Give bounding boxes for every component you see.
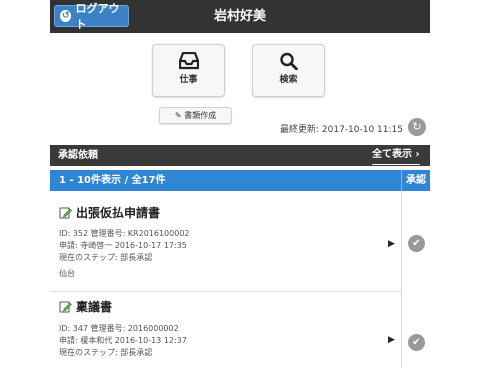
list-header: 1 - 10件表示 / 全17件 承認 — [50, 170, 430, 191]
chevron-right-icon: ▶ — [388, 239, 395, 249]
search-icon — [279, 52, 298, 70]
search-tile-label: 検索 — [279, 75, 298, 85]
edit-icon: ✎ — [174, 111, 182, 120]
item-id-line: ID: 352 管理番号: KR2016100002 — [59, 229, 190, 238]
logout-button[interactable]: ↺ ログアウト — [54, 2, 129, 31]
work-tile-label: 仕事 — [179, 75, 198, 85]
approve-check-icon[interactable]: ✔ — [408, 334, 425, 351]
approve-check-icon[interactable]: ✔ — [408, 235, 425, 252]
header-bar: ↺ ログアウト 岩村好美 — [50, 0, 430, 33]
chevron-right-icon: ▶ — [388, 335, 395, 345]
approval-section-bar: 承認依頼 全て表示 › — [50, 145, 430, 166]
item-applicant-line: 申請: 寺崎啓一 2016-10-17 17:35 — [59, 241, 187, 250]
item-title-text: 稟議書 — [76, 300, 113, 314]
item-id-line: ID: 347 管理番号: 2016000002 — [59, 324, 179, 333]
inbox-icon — [178, 52, 199, 70]
item-step-line: 現在のステップ: 部長承認 — [59, 253, 153, 262]
edit-icon — [59, 207, 72, 219]
item-title: 稟議書 — [59, 298, 112, 315]
section-title: 承認依頼 — [58, 150, 98, 161]
app-page: ↺ ログアウト 岩村好美 仕事 検索 ✎ 書類作成 最終更新: 2017-10-… — [50, 0, 430, 368]
list-item[interactable]: 出張仮払申請書 ID: 352 管理番号: KR2016100002 申請: 寺… — [50, 191, 401, 292]
create-document-button[interactable]: ✎ 書類作成 — [159, 107, 232, 124]
edit-icon — [59, 301, 72, 313]
approve-column-header: 承認 — [401, 170, 430, 191]
approve-column-divider — [401, 191, 402, 368]
logout-label: ログアウト — [75, 2, 120, 31]
logout-icon: ↺ — [60, 10, 72, 22]
item-location: 仙台 — [59, 269, 75, 278]
item-count-text: 1 - 10件表示 / 全17件 — [59, 175, 166, 186]
last-update-text: 最終更新: 2017-10-10 11:15 — [280, 125, 403, 135]
item-title: 出張仮払申請書 — [59, 204, 160, 221]
create-document-label: 書類作成 — [184, 111, 217, 120]
show-all-link[interactable]: 全て表示 › — [372, 145, 420, 165]
search-tile-button[interactable]: 検索 — [252, 44, 325, 97]
list-item[interactable]: 稟議書 ID: 347 管理番号: 2016000002 申請: 榎本和代 20… — [50, 292, 401, 368]
work-tile-button[interactable]: 仕事 — [152, 44, 225, 97]
refresh-icon[interactable]: ↻ — [408, 118, 426, 136]
item-applicant-line: 申請: 榎本和代 2016-10-13 12:37 — [59, 336, 187, 345]
item-step-line: 現在のステップ: 部長承認 — [59, 348, 153, 357]
item-title-text: 出張仮払申請書 — [76, 206, 161, 220]
